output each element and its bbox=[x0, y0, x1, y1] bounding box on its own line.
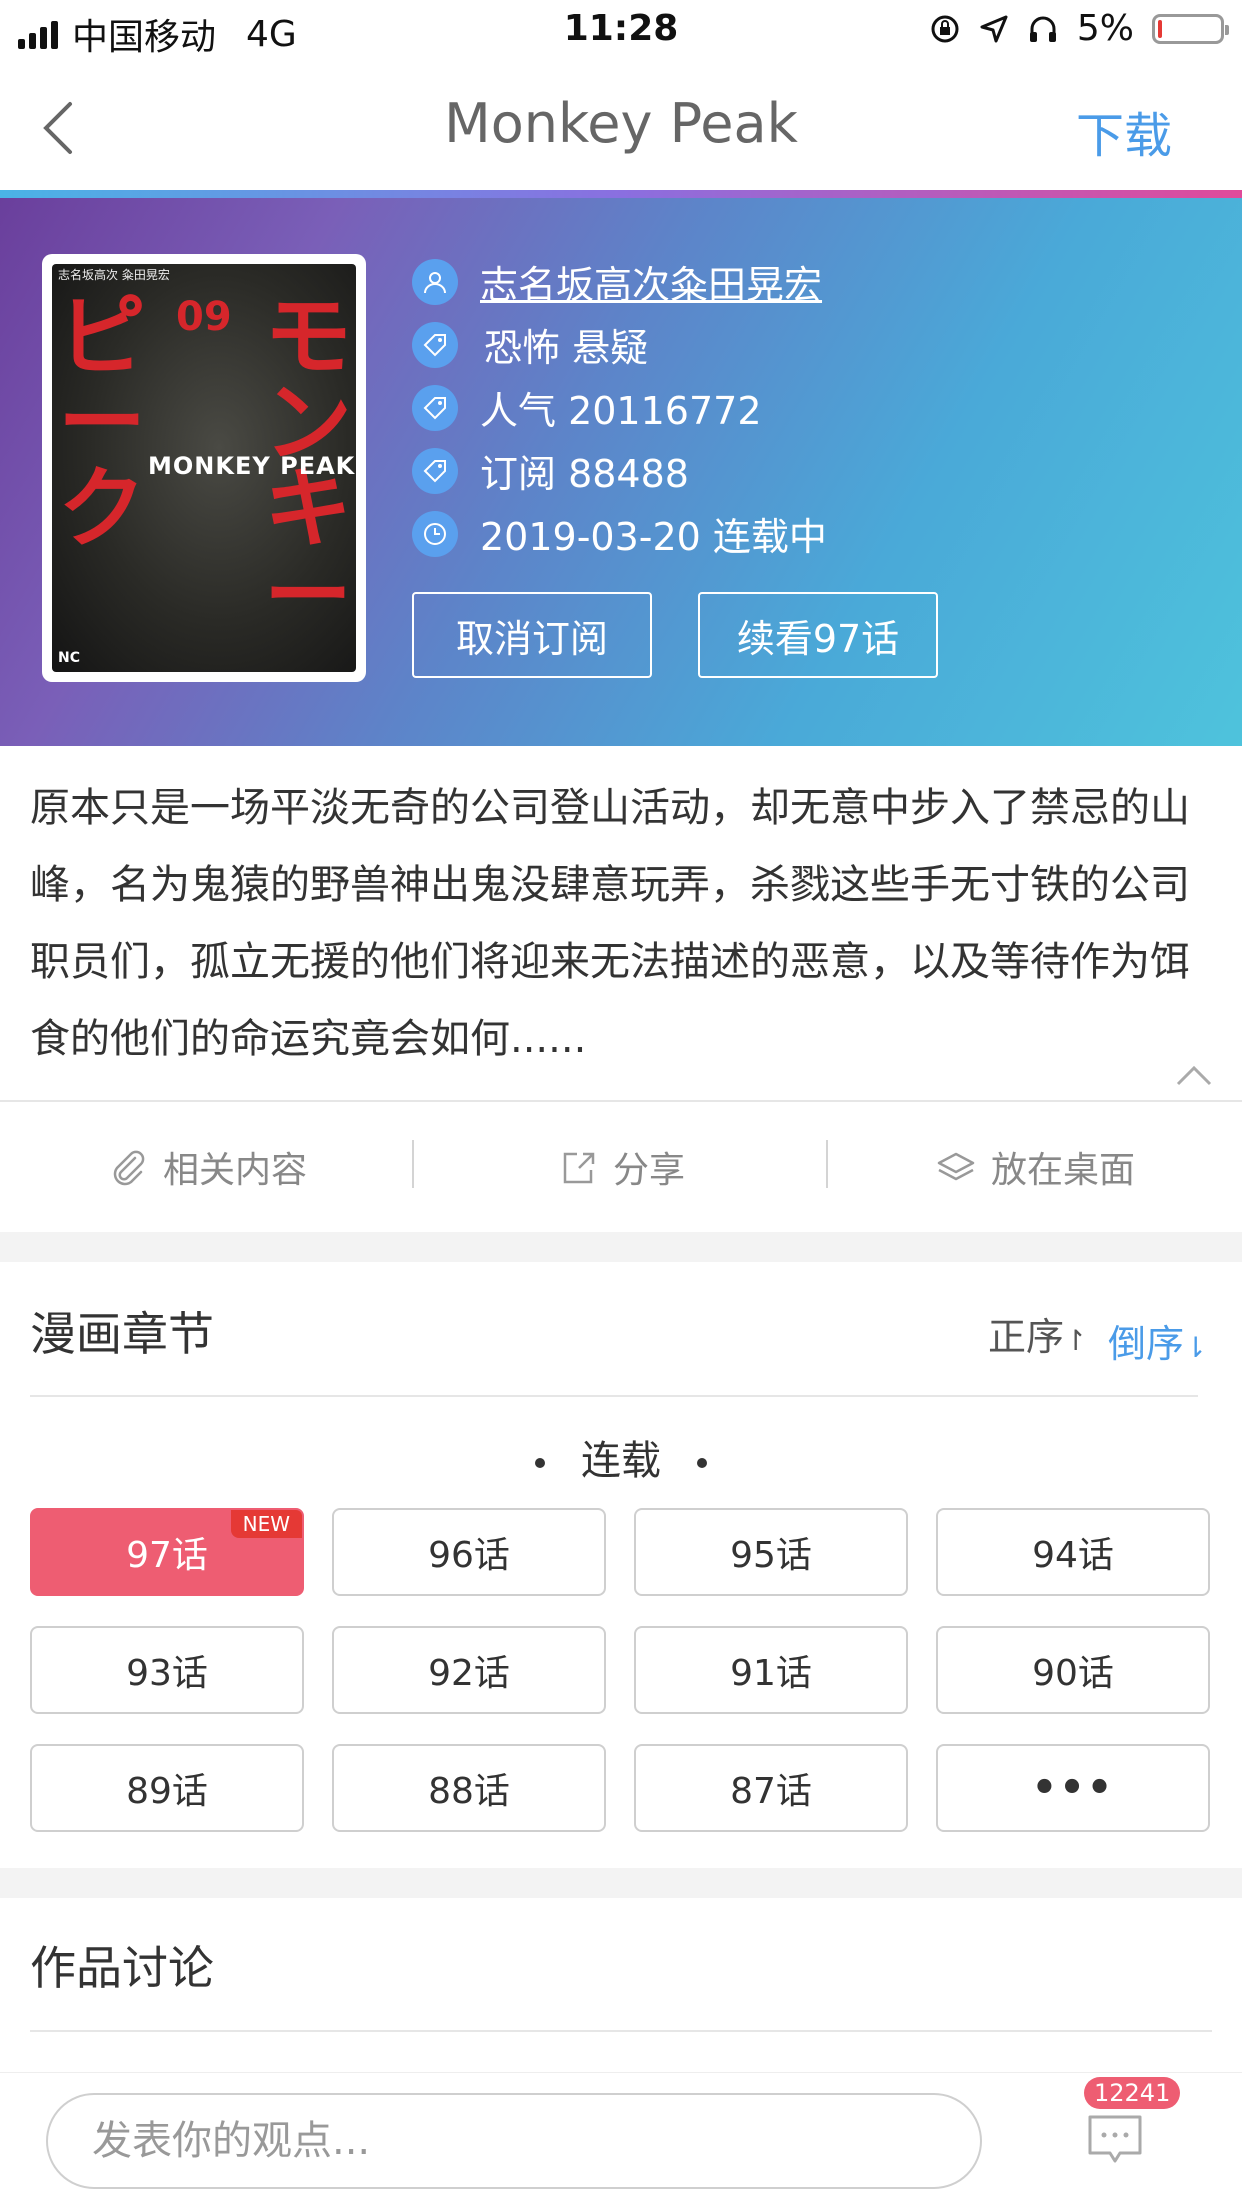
divider bbox=[30, 1395, 1198, 1397]
chapter-group-header: 连载 bbox=[0, 1428, 1242, 1486]
unsubscribe-button[interactable]: 取消订阅 bbox=[412, 592, 652, 678]
comic-cover[interactable]: 志名坂高次 粂田晃宏 ピーク モンキー 09 MONKEY PEAK NC bbox=[42, 254, 366, 682]
rotation-lock-icon bbox=[931, 15, 959, 42]
bullet-icon bbox=[697, 1458, 707, 1468]
chapter-group-label: 连载 bbox=[581, 1438, 661, 1484]
related-content-label: 相关内容 bbox=[162, 1150, 307, 1191]
cover-volume: 09 bbox=[176, 294, 232, 340]
cover-credits: 志名坂高次 粂田晃宏 bbox=[58, 268, 170, 282]
chevron-up-icon[interactable] bbox=[1174, 1060, 1214, 1090]
share-button[interactable]: 分享 bbox=[414, 1141, 828, 1193]
chapter-button[interactable]: 89话 bbox=[30, 1744, 304, 1832]
add-to-desktop-button[interactable]: 放在桌面 bbox=[828, 1141, 1242, 1193]
chapter-grid: 97话 NEW 96话 95话 94话 93话 92话 91话 90话 89话 … bbox=[30, 1508, 1214, 1832]
comic-description: 原本只是一场平淡无奇的公司登山活动，却无意中步入了禁忌的山峰，名为鬼猿的野兽神出… bbox=[30, 785, 1190, 1062]
publisher-logo: NC bbox=[58, 650, 80, 666]
bullet-icon bbox=[535, 1458, 545, 1468]
genre-text: 恐怖 悬疑 bbox=[484, 326, 649, 370]
chapter-button[interactable]: 94话 bbox=[936, 1508, 1210, 1596]
chapter-button[interactable]: 91话 bbox=[634, 1626, 908, 1714]
user-icon bbox=[412, 258, 458, 305]
chapter-button[interactable]: 92话 bbox=[332, 1626, 606, 1714]
cover-logo: MONKEY PEAK bbox=[148, 452, 356, 480]
sort-descending-label: 倒序 bbox=[1108, 1322, 1185, 1366]
chapter-button[interactable]: 93话 bbox=[30, 1626, 304, 1714]
update-text: 2019-03-20 连载中 bbox=[480, 515, 827, 559]
chapters-title: 漫画章节 bbox=[30, 1307, 214, 1361]
sort-asc-icon: ↾ bbox=[1064, 1324, 1088, 1357]
sort-ascending-button[interactable]: 正序↾ bbox=[988, 1306, 1087, 1361]
popularity-text: 人气 20116772 bbox=[480, 389, 762, 433]
sort-descending-button[interactable]: 倒序⇂ bbox=[1108, 1306, 1242, 1386]
nav-bar: Monkey Peak 下载 bbox=[0, 62, 1242, 190]
chat-bubble-icon[interactable] bbox=[1086, 2113, 1144, 2167]
battery-icon bbox=[1152, 13, 1229, 44]
author-row: 志名坂高次 粂田晃宏 bbox=[412, 250, 827, 313]
share-label: 分享 bbox=[612, 1150, 685, 1191]
sort-ascending-label: 正序 bbox=[988, 1315, 1065, 1359]
status-bar: 中国移动 4G 11:28 5% bbox=[0, 0, 1242, 62]
chapter-button[interactable]: 96话 bbox=[332, 1508, 606, 1596]
subscription-row: 订阅 88488 bbox=[412, 439, 827, 502]
new-badge: NEW bbox=[230, 1510, 302, 1538]
author-link-1[interactable]: 志名坂高次 bbox=[480, 254, 670, 309]
author-link-2[interactable]: 粂田晃宏 bbox=[670, 254, 822, 309]
layers-icon bbox=[937, 1152, 975, 1181]
chapter-button[interactable]: 88话 bbox=[332, 1744, 606, 1832]
location-icon bbox=[980, 15, 1008, 42]
continue-reading-button[interactable]: 续看97话 bbox=[698, 592, 938, 678]
action-separator bbox=[412, 1140, 414, 1188]
paperclip-icon bbox=[113, 1150, 145, 1186]
clock-icon bbox=[412, 510, 458, 557]
section-gap bbox=[0, 1868, 1242, 1898]
chapter-button[interactable]: 90话 bbox=[936, 1626, 1210, 1714]
share-icon bbox=[563, 1152, 595, 1184]
comic-meta: 志名坂高次 粂田晃宏 恐怖 悬疑 人气 20116772 订阅 88488 20… bbox=[412, 250, 827, 565]
download-button[interactable]: 下载 bbox=[1076, 96, 1172, 166]
action-separator bbox=[826, 1140, 828, 1188]
header-divider bbox=[0, 190, 1242, 198]
comment-input[interactable] bbox=[46, 2093, 982, 2189]
comment-bar: 12241 bbox=[0, 2072, 1242, 2209]
related-content-button[interactable]: 相关内容 bbox=[0, 1141, 414, 1193]
battery-percent: 5% bbox=[1076, 8, 1134, 49]
cover-art: 志名坂高次 粂田晃宏 ピーク モンキー 09 MONKEY PEAK NC bbox=[52, 264, 356, 672]
add-to-desktop-label: 放在桌面 bbox=[990, 1150, 1135, 1191]
more-chapters-button[interactable]: ••• bbox=[936, 1744, 1210, 1832]
comic-header: 志名坂高次 粂田晃宏 ピーク モンキー 09 MONKEY PEAK NC 志名… bbox=[0, 198, 1242, 746]
section-gap bbox=[0, 1232, 1242, 1262]
chapter-label: 97话 bbox=[126, 1535, 208, 1576]
sort-desc-icon: ⇂ bbox=[1184, 1331, 1208, 1364]
action-bar: 相关内容 分享 放在桌面 bbox=[0, 1102, 1242, 1232]
subscription-text: 订阅 88488 bbox=[480, 452, 689, 496]
tag-icon bbox=[412, 321, 458, 368]
page-title: Monkey Peak bbox=[444, 92, 798, 155]
tag-icon bbox=[412, 384, 458, 431]
chapter-button[interactable]: 87话 bbox=[634, 1744, 908, 1832]
headphones-icon bbox=[1029, 16, 1056, 42]
divider bbox=[30, 2030, 1212, 2032]
genre-row: 恐怖 悬疑 bbox=[412, 313, 827, 376]
comment-count-badge: 12241 bbox=[1084, 2077, 1181, 2109]
chapter-button[interactable]: 97话 NEW bbox=[30, 1508, 304, 1596]
discussion-title: 作品讨论 bbox=[30, 1941, 214, 1995]
cover-title-left: ピーク bbox=[57, 285, 146, 561]
popularity-row: 人气 20116772 bbox=[412, 376, 827, 439]
update-row: 2019-03-20 连载中 bbox=[412, 502, 827, 565]
tag-icon bbox=[412, 447, 458, 494]
chapter-button[interactable]: 95话 bbox=[634, 1508, 908, 1596]
